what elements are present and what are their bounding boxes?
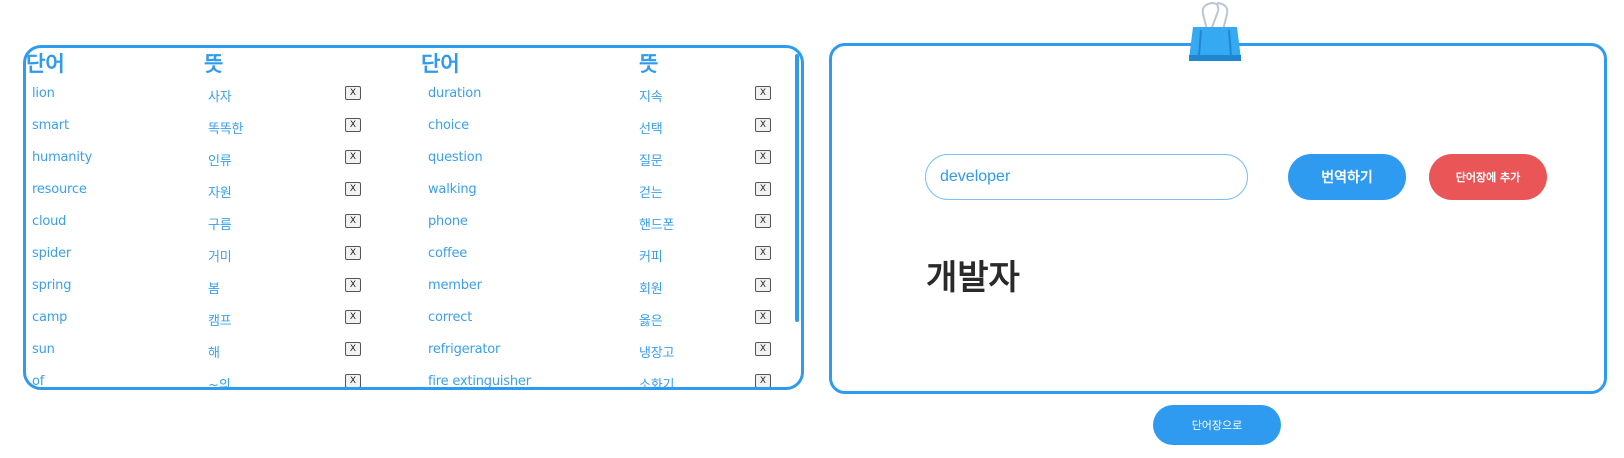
vocab-word: fire extinguisher [428,374,531,389]
vocab-row: correct 옳은 X [421,310,791,342]
delete-word-button[interactable]: X [345,214,361,228]
vocab-list-panel[interactable]: 단어 뜻 lion 사자 Xsmart 똑똑한 Xhumanity 인류 Xresource… [23,45,804,390]
vocab-word: spring [32,278,72,293]
vocab-row: spring 봄 X [26,278,421,310]
vocab-word: question [428,150,483,165]
delete-word-button[interactable]: X [345,150,361,164]
vocab-meaning: 자원 [208,186,232,201]
delete-word-button[interactable]: X [345,374,361,387]
vocab-word: camp [32,310,68,325]
vocab-word: refrigerator [428,342,501,357]
goto-vocab-button[interactable]: 단어장으로 [1153,405,1281,445]
vocab-row: camp 캠프 X [26,310,421,342]
delete-word-button[interactable]: X [755,310,771,324]
vocab-meaning: 회원 [639,282,663,297]
delete-word-button[interactable]: X [755,150,771,164]
vocab-word: sun [32,342,55,357]
vocab-meaning: 봄 [208,282,220,297]
vocab-row: duration 지속 X [421,86,791,118]
word-header: 단어 [26,52,65,76]
vocab-meaning: 사자 [208,90,232,105]
add-to-vocab-button[interactable]: 단어장에 추가 [1429,154,1547,200]
vocab-meaning: 인류 [208,154,232,169]
vocab-row: cloud 구름 X [26,214,421,246]
vocab-word: correct [428,310,473,325]
vocab-row: question 질문 X [421,150,791,182]
vocab-word: smart [32,118,69,133]
vocab-column-left: 단어 뜻 lion 사자 Xsmart 똑똑한 Xhumanity 인류 Xresource… [26,48,421,387]
vocab-word: coffee [428,246,468,261]
vocab-row: smart 똑똑한 X [26,118,421,150]
translation-result: 개발자 [926,258,1020,298]
vocab-row: spider 거미 X [26,246,421,278]
vocab-row: humanity 인류 X [26,150,421,182]
vocab-word: humanity [32,150,93,165]
vocab-row: choice 선택 X [421,118,791,150]
vocab-meaning: 캠프 [208,314,232,329]
word-header: 단어 [421,52,460,76]
delete-word-button[interactable]: X [345,278,361,292]
delete-word-button[interactable]: X [755,246,771,260]
delete-word-button[interactable]: X [755,278,771,292]
vocab-word: of [32,374,45,389]
vocab-meaning: 소화기 [639,378,675,390]
vocab-meaning: 옳은 [639,314,663,329]
vocab-row: coffee 커피 X [421,246,791,278]
meaning-header: 뜻 [204,52,224,76]
vocab-column-right: 단어 뜻 duration 지속 Xchoice 선택 Xquestion 질문 Xwalk… [421,48,791,387]
vocab-meaning: 커피 [639,250,663,265]
vocab-word: phone [428,214,468,229]
delete-word-button[interactable]: X [755,118,771,132]
vocab-row: resource 자원 X [26,182,421,214]
vocab-row: of ~의 X [26,374,421,390]
vocab-meaning: 질문 [639,154,663,169]
delete-word-button[interactable]: X [345,310,361,324]
vocab-meaning: 똑똑한 [208,122,244,137]
vocab-meaning: 지속 [639,90,663,105]
vocab-meaning: 해 [208,346,220,361]
vocab-row: walking 걷는 X [421,182,791,214]
delete-word-button[interactable]: X [345,182,361,196]
delete-word-button[interactable]: X [755,214,771,228]
vocab-row: fire extinguisher 소화기 X [421,374,791,390]
vocab-word: choice [428,118,469,133]
vocab-row: lion 사자 X [26,86,421,118]
delete-word-button[interactable]: X [755,86,771,100]
vocab-meaning: 구름 [208,218,232,233]
vocab-word: member [428,278,482,293]
vocab-word: lion [32,86,55,101]
vocab-row: phone 핸드폰 X [421,214,791,246]
translate-button[interactable]: 번역하기 [1288,154,1406,200]
delete-word-button[interactable]: X [755,342,771,356]
vocab-meaning: 걷는 [639,186,663,201]
vocab-meaning: 거미 [208,250,232,265]
vocab-word: cloud [32,214,67,229]
vocab-word: spider [32,246,72,261]
vocab-word: duration [428,86,482,101]
delete-word-button[interactable]: X [345,86,361,100]
delete-word-button[interactable]: X [345,118,361,132]
delete-word-button[interactable]: X [755,374,771,387]
vocab-word: resource [32,182,87,197]
translator-card [829,43,1607,394]
vocab-meaning: 핸드폰 [639,218,675,233]
vocab-row: refrigerator 냉장고 X [421,342,791,374]
vocab-meaning: 선택 [639,122,663,137]
binder-clip-icon [1189,1,1241,61]
delete-word-button[interactable]: X [755,182,771,196]
delete-word-button[interactable]: X [345,246,361,260]
vocab-row: member 회원 X [421,278,791,310]
vocab-meaning: ~의 [208,378,231,390]
vocab-row: sun 해 X [26,342,421,374]
vocab-meaning: 냉장고 [639,346,675,361]
translate-input[interactable] [925,154,1248,200]
vocab-word: walking [428,182,477,197]
delete-word-button[interactable]: X [345,342,361,356]
vocab-scrollbar[interactable] [795,54,799,322]
meaning-header: 뜻 [639,52,659,76]
